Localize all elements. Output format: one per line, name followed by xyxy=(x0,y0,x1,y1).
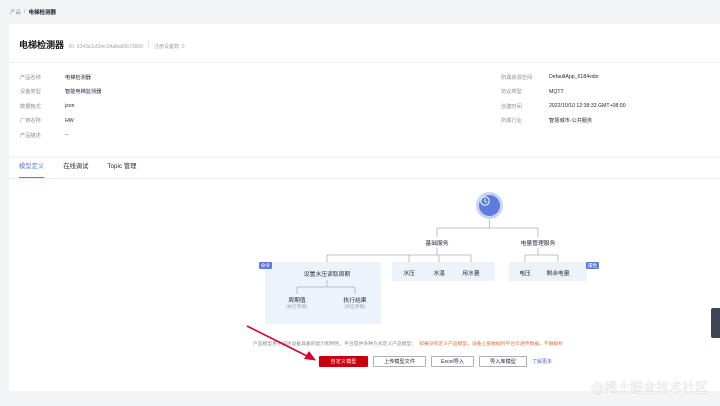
annotation-arrow-icon xyxy=(246,325,316,361)
watermark: @稀土掘金技术社区 xyxy=(590,381,708,396)
side-drawer-handle[interactable] xyxy=(711,308,720,338)
